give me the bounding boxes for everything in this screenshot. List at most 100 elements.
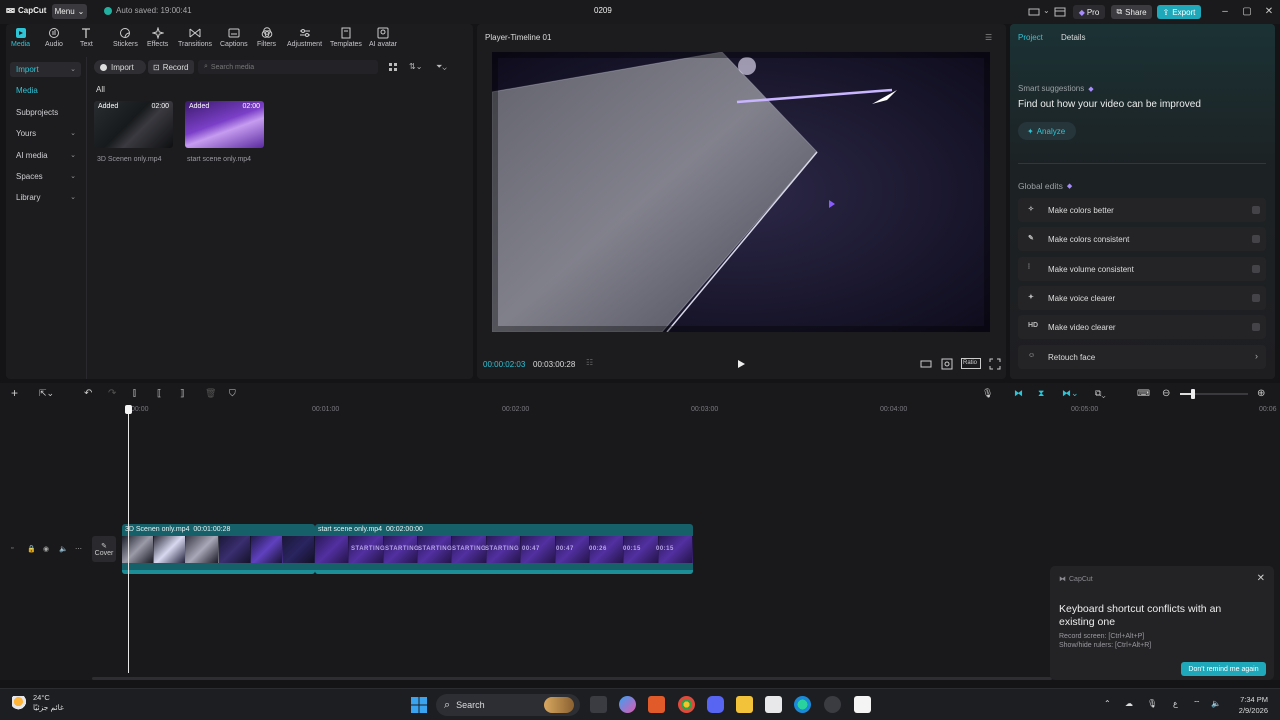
redo-icon[interactable]: ↷ — [108, 388, 120, 400]
add-icon[interactable]: + — [11, 387, 23, 400]
toggle[interactable] — [1252, 265, 1260, 273]
volume-icon[interactable]: 🔈 — [59, 545, 68, 554]
playhead[interactable] — [128, 405, 129, 673]
task-view-icon[interactable] — [590, 696, 607, 713]
microphone-icon[interactable]: 🎙 — [1147, 699, 1157, 709]
tool-filters[interactable]: Filters — [257, 27, 276, 48]
sidebar-item-subprojects[interactable]: Subprojects — [10, 105, 81, 120]
toggle[interactable] — [1252, 235, 1260, 243]
eye-icon[interactable]: ◉ — [43, 545, 52, 554]
capcut-icon[interactable] — [854, 696, 871, 713]
sidebar-item-spaces[interactable]: Spaces ⌄ — [10, 169, 81, 184]
sidebar-item-ai-media[interactable]: AI media ⌄ — [10, 148, 81, 163]
copilot-icon[interactable] — [619, 696, 636, 713]
tool-media[interactable]: Media — [11, 27, 30, 48]
delete-icon[interactable]: 🗑 — [205, 388, 217, 400]
pro-button[interactable]: ◆ Pro — [1073, 5, 1105, 19]
zoom-out-icon[interactable]: ⊖ — [1162, 388, 1174, 400]
filter-all-label[interactable]: All — [96, 85, 105, 94]
zoom-fit-icon[interactable] — [941, 358, 953, 370]
export-button[interactable]: ⇪ Export — [1157, 5, 1201, 19]
discord-icon[interactable] — [707, 696, 724, 713]
volume-icon[interactable]: 🔈 — [1211, 699, 1221, 709]
play-button[interactable] — [735, 358, 747, 370]
edit-make-volume-consistent[interactable]: ⫶ Make volume consistent — [1018, 257, 1266, 281]
media-thumbnail-1[interactable]: Added 02:00 — [94, 101, 173, 148]
record-button[interactable]: ⊡ Record — [148, 60, 194, 74]
edge-icon[interactable] — [794, 696, 811, 713]
menu-icon[interactable]: ☰ — [985, 33, 995, 42]
edit-make-video-clearer[interactable]: HD Make video clearer — [1018, 315, 1266, 339]
zoom-slider-thumb[interactable] — [1191, 389, 1195, 399]
close-button[interactable]: ✕ — [1262, 5, 1276, 19]
project-name[interactable]: 0209 — [594, 6, 612, 15]
more-icon[interactable]: ⋯ — [75, 545, 84, 554]
panel-icon[interactable] — [1054, 6, 1066, 18]
track-checkbox-icon[interactable]: ▫ — [11, 545, 20, 554]
grid-view-icon[interactable] — [388, 62, 398, 72]
share-button[interactable]: ⧉ Share — [1111, 5, 1152, 19]
zoom-slider[interactable] — [1180, 389, 1248, 399]
sidebar-item-import[interactable]: Import ⌄ — [10, 62, 81, 77]
tool-templates[interactable]: Templates — [330, 27, 362, 48]
shield-icon[interactable]: ⛉ — [229, 388, 241, 400]
import-button[interactable]: Import — [94, 60, 146, 74]
snap-icon[interactable]: ⧓⌄ — [1062, 388, 1086, 400]
caption-icon[interactable]: ⌨ — [1137, 388, 1150, 400]
sidebar-item-yours[interactable]: Yours ⌄ — [10, 126, 81, 141]
taskbar-search[interactable]: ⌕ Search — [436, 694, 580, 716]
tool-text[interactable]: Text — [80, 27, 93, 48]
sort-icon[interactable]: ⇅⌄ — [409, 62, 422, 72]
timeline-scrollbar[interactable] — [92, 677, 1052, 680]
preview-axis-icon[interactable]: ⧉⌄ — [1095, 388, 1119, 400]
microphone-icon[interactable]: 🎙 — [982, 388, 994, 400]
sidebar-item-media[interactable]: Media — [10, 83, 81, 98]
tool-adjustment[interactable]: Adjustment — [287, 27, 322, 48]
toggle[interactable] — [1252, 294, 1260, 302]
select-tool-icon[interactable]: ⇱⌄ — [39, 388, 54, 400]
media-thumbnail-2[interactable]: Added 02:00 — [185, 101, 264, 148]
chrome-icon[interactable] — [678, 696, 695, 713]
windows-start-icon[interactable] — [411, 697, 427, 713]
tab-details[interactable]: Details — [1061, 33, 1085, 42]
app-icon[interactable] — [648, 696, 665, 713]
fit-icon[interactable] — [920, 358, 932, 370]
tool-ai-avatar[interactable]: AI avatar — [369, 27, 397, 48]
weather-widget[interactable]: 24°C غائم جزئيًا — [12, 693, 64, 713]
list-icon[interactable]: ☷ — [586, 358, 598, 370]
timeline-clip-1[interactable]: 3D Scenen only.mp4 00:01:00:28 — [122, 524, 315, 574]
chevron-up-icon[interactable]: ⌃ — [1104, 699, 1114, 709]
menu-button[interactable]: Menu ⌄ — [52, 4, 87, 19]
edit-make-colors-better[interactable]: ✧ Make colors better — [1018, 198, 1266, 222]
sidebar-item-library[interactable]: Library ⌄ — [10, 190, 81, 205]
dont-remind-button[interactable]: Don't remind me again — [1181, 662, 1266, 676]
cloud-icon[interactable]: ☁ — [1125, 699, 1135, 709]
tab-project[interactable]: Project — [1018, 33, 1043, 42]
trim-left-icon[interactable]: ⟦ — [157, 388, 169, 400]
ratio-button[interactable]: Ratio — [961, 358, 981, 370]
edit-retouch-face[interactable]: ☺ Retouch face › — [1018, 345, 1266, 369]
lock-icon[interactable]: 🔒 — [27, 545, 36, 554]
undo-icon[interactable]: ↶ — [84, 388, 96, 400]
edit-make-colors-consistent[interactable]: ✎ Make colors consistent — [1018, 227, 1266, 251]
analyze-button[interactable]: ✦ Analyze — [1018, 122, 1076, 140]
close-icon[interactable]: ✕ — [1257, 573, 1265, 584]
minimize-button[interactable]: – — [1218, 5, 1232, 19]
tool-stickers[interactable]: Stickers — [113, 27, 138, 48]
trim-right-icon[interactable]: ⟧ — [180, 388, 192, 400]
link-icon[interactable]: ⧓ — [1014, 388, 1026, 400]
tool-audio[interactable]: Audio — [45, 27, 63, 48]
split-icon[interactable]: ⫿ — [133, 388, 145, 400]
file-explorer-icon[interactable] — [736, 696, 753, 713]
zoom-in-icon[interactable]: ⊕ — [1257, 388, 1269, 400]
layout-icon[interactable] — [1028, 6, 1040, 18]
tool-transitions[interactable]: Transitions — [178, 27, 212, 48]
cover-button[interactable]: ✎ Cover — [92, 536, 116, 562]
fullscreen-icon[interactable] — [989, 358, 1001, 370]
toggle[interactable] — [1252, 323, 1260, 331]
maximize-button[interactable]: ▢ — [1240, 5, 1254, 19]
magnet-icon[interactable]: ⧗ — [1038, 388, 1050, 400]
filter-icon[interactable]: ⏷⌄ — [436, 62, 447, 72]
tool-effects[interactable]: Effects — [147, 27, 168, 48]
wifi-icon[interactable]: ⌔ — [1193, 699, 1203, 709]
